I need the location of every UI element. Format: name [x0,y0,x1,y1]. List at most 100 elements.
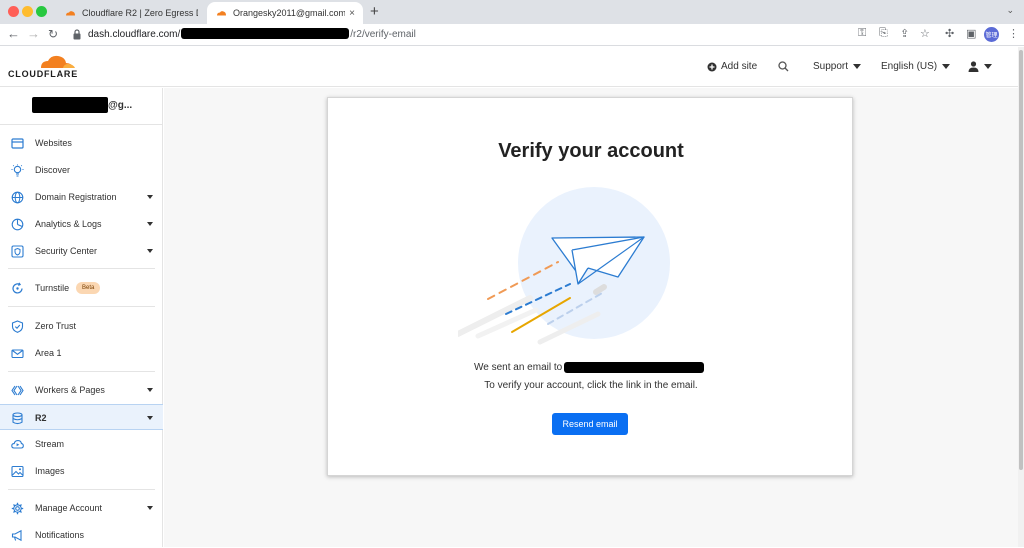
chevron-down-icon [147,222,153,226]
close-window-button[interactable] [8,6,19,17]
logo-wordmark: CLOUDFLARE [8,69,78,79]
support-dropdown[interactable]: Support [813,61,862,72]
search-button[interactable] [778,61,789,72]
dashboard-header: CLOUDFLARE Add site Support English (US) [0,47,1018,87]
browser-menu-icon[interactable]: ⋮ [1008,27,1019,40]
email-sent-message: We sent an email to [474,362,705,373]
forward-arrow-icon[interactable]: → [27,26,40,41]
url-field[interactable]: dash.cloudflare.com/ /r2/verify-email [88,28,416,40]
sidebar: @g... Websites Discover Domain Registrat… [0,88,163,547]
sidebar-item-security-center[interactable]: Security Center [0,238,163,264]
plus-circle-icon [707,62,717,71]
translate-icon[interactable]: ⎘ [879,27,888,40]
cloudflare-favicon-icon [66,11,75,16]
sidebar-divider [8,306,155,307]
sidebar-item-notifications[interactable]: Notifications [0,522,163,548]
account-email-suffix: @g... [108,99,133,111]
sidebar-item-label: Discover [35,165,71,175]
beta-badge: Beta [76,282,101,294]
share-icon[interactable]: ⇪ [900,27,909,40]
side-panel-icon[interactable]: ▣ [966,27,976,40]
browser-tab-dashboard[interactable]: Orangesky2011@gmail.com's A × [207,2,363,24]
sidebar-item-label: Security Center [35,246,98,256]
tab-title: Cloudflare R2 | Zero Egress Di [82,8,198,18]
sidebar-item-images[interactable]: Images [0,458,163,484]
add-site-button[interactable]: Add site [707,61,757,72]
sidebar-divider [8,268,155,269]
sidebar-item-analytics-logs[interactable]: Analytics & Logs [0,211,163,237]
language-dropdown[interactable]: English (US) [881,61,951,72]
tab-title: Orangesky2011@gmail.com's A [233,8,346,18]
close-tab-icon[interactable]: × [349,8,355,19]
sidebar-item-area-1[interactable]: Area 1 [0,340,163,366]
email-sent-prefix: We sent an email to [474,362,563,373]
image-icon [11,465,24,478]
sidebar-item-label: Notifications [35,530,85,540]
resend-email-button[interactable]: Resend email [552,413,628,435]
verify-instruction: To verify your account, click the link i… [484,380,698,391]
scrollbar-thumb[interactable] [1019,50,1023,470]
user-menu-dropdown[interactable] [968,61,992,72]
cloudflare-logo[interactable]: CLOUDFLARE [8,52,78,82]
cloudflare-cloud-icon [41,55,75,68]
lock-icon [73,29,81,40]
sidebar-item-stream[interactable]: Stream [0,431,163,457]
sidebar-item-discover[interactable]: Discover [0,157,163,183]
bookmark-star-icon[interactable]: ☆ [920,27,930,40]
search-icon [778,61,789,72]
workers-icon [11,385,24,396]
sidebar-item-label: Analytics & Logs [35,219,102,229]
shield-icon [11,320,24,333]
megaphone-icon [11,529,22,542]
browser-tab-bar: Cloudflare R2 | Zero Egress Di Orangesky… [0,0,1024,24]
address-toolbar: ← → ↻ dash.cloudflare.com/ /r2/verify-ema… [0,24,1024,46]
cloud-icon [11,440,24,449]
refresh-icon [12,282,23,294]
sidebar-item-domain-registration[interactable]: Domain Registration [0,184,163,210]
globe-icon [11,191,24,204]
chevron-down-icon [147,506,153,510]
sidebar-divider [8,489,155,490]
tab-search-icon[interactable]: ⌄ [1006,5,1014,16]
chevron-down-icon [147,388,153,392]
add-site-label: Add site [721,61,758,72]
sidebar-item-workers-pages[interactable]: Workers & Pages [0,377,163,403]
chevron-down-icon [984,64,992,69]
pie-chart-icon [11,218,24,231]
chevron-down-icon [147,195,153,199]
cloudflare-favicon-icon [217,11,226,16]
lightbulb-icon [11,164,24,177]
sidebar-item-label: Turnstile [35,283,70,293]
user-icon [968,61,979,72]
redacted-account-id [181,28,350,39]
sidebar-item-label: R2 [35,413,47,423]
chevron-down-icon [147,249,153,253]
sidebar-item-turnstile[interactable]: Turnstile Beta [0,275,163,301]
back-arrow-icon[interactable]: ← [7,26,20,41]
maximize-window-button[interactable] [36,6,47,17]
new-tab-button[interactable]: + [370,3,379,20]
chevron-down-icon [147,416,153,420]
sidebar-item-label: Manage Account [35,503,103,513]
mail-icon [11,349,24,359]
sidebar-item-zero-trust[interactable]: Zero Trust [0,313,163,339]
redacted-email-address [564,362,705,373]
profile-avatar[interactable]: 管理 [984,27,999,42]
extensions-puzzle-icon[interactable]: ✣ [945,27,954,40]
sidebar-item-websites[interactable]: Websites [0,130,163,156]
sidebar-item-label: Area 1 [35,348,62,358]
sidebar-item-label: Zero Trust [35,321,77,331]
url-path: /r2/verify-email [350,29,416,40]
sidebar-item-manage-account[interactable]: Manage Account [0,495,163,521]
page-title: Verify your account [498,140,684,162]
sidebar-item-label: Websites [35,138,72,148]
shield-square-icon [11,245,24,258]
browser-tab-r2[interactable]: Cloudflare R2 | Zero Egress Di [56,2,206,24]
account-switcher[interactable]: @g... [32,97,133,113]
key-icon[interactable]: ⚿ [858,27,866,40]
sidebar-divider [0,124,163,125]
minimize-window-button[interactable] [22,6,33,17]
sidebar-item-r2[interactable]: R2 [0,404,163,430]
reload-icon[interactable]: ↻ [48,27,58,41]
database-icon [12,412,23,425]
